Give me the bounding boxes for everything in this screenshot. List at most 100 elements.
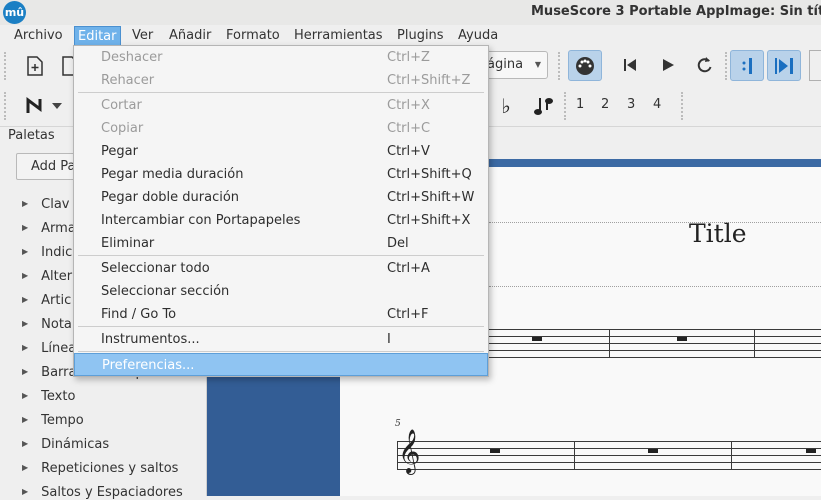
expand-arrow-icon: ▶ — [22, 367, 29, 376]
toolbar-separator — [564, 92, 568, 120]
menu-herramientas[interactable]: Herramientas — [291, 26, 386, 46]
staff-line — [397, 455, 821, 456]
menu-archivo[interactable]: Archivo — [11, 26, 66, 46]
staff-line — [397, 441, 821, 442]
menu-ver[interactable]: Ver — [129, 26, 156, 46]
staff-line — [489, 329, 821, 330]
menu-item-swap-clipboard[interactable]: Intercambiar con Portapapeles Ctrl+Shift+… — [74, 209, 488, 232]
menubar: Archivo Editar Ver Añadir Formato Herram… — [0, 25, 821, 46]
rewind-icon[interactable] — [618, 53, 642, 77]
flat-icon[interactable]: ♭ — [494, 94, 518, 118]
whole-rest[interactable] — [490, 449, 500, 453]
expand-arrow-icon: ▶ — [22, 487, 29, 496]
toolbar-separator — [681, 92, 685, 120]
palette-item[interactable]: ▶ Dinámicas — [22, 437, 109, 452]
menu-anadir[interactable]: Añadir — [166, 26, 214, 46]
treble-clef-icon[interactable]: 𝄞 — [398, 426, 420, 476]
barline — [609, 329, 610, 357]
menu-item-find-goto[interactable]: Find / Go To Ctrl+F — [74, 303, 488, 326]
chevron-down-icon: ▼ — [534, 60, 541, 69]
page-margin-guide — [489, 222, 821, 223]
menu-item-redo[interactable]: Rehacer Ctrl+Shift+Z — [74, 69, 488, 92]
menu-item-select-section[interactable]: Seleccionar sección — [74, 280, 488, 303]
palette-item[interactable]: ▶ Arma — [22, 221, 76, 236]
page-margin-guide — [489, 286, 821, 287]
expand-arrow-icon: ▶ — [22, 391, 29, 400]
menu-item-delete[interactable]: Eliminar Del — [74, 232, 488, 255]
menu-item-select-all[interactable]: Seleccionar todo Ctrl+A — [74, 257, 488, 280]
view-mode-value: ágina — [487, 57, 524, 72]
menu-item-copy[interactable]: Copiar Ctrl+C — [74, 117, 488, 140]
midi-input-icon[interactable] — [568, 50, 602, 81]
menu-separator — [78, 255, 484, 256]
palette-item[interactable]: ▶ Alter — [22, 269, 72, 284]
palette-item[interactable]: ▶ Clav — [22, 197, 70, 212]
new-score-icon[interactable] — [23, 54, 47, 78]
toolbar-grip[interactable] — [4, 52, 8, 80]
barline — [574, 441, 575, 469]
palette-item[interactable]: ▶ Línea — [22, 341, 76, 356]
toolbar-grip[interactable] — [4, 92, 8, 120]
menu-formato[interactable]: Formato — [223, 26, 283, 46]
expand-arrow-icon: ▶ — [22, 223, 29, 232]
flip-direction-icon[interactable] — [531, 94, 555, 118]
expand-arrow-icon: ▶ — [22, 199, 29, 208]
palette-item[interactable]: ▶ Saltos y Espaciadores — [22, 485, 183, 500]
menu-item-paste-double[interactable]: Pegar doble duración Ctrl+Shift+W — [74, 186, 488, 209]
voice-3-button[interactable]: 3 — [627, 97, 635, 112]
play-icon[interactable] — [656, 53, 680, 77]
menu-plugins[interactable]: Plugins — [394, 26, 447, 46]
toolbar-separator — [725, 52, 729, 80]
menu-item-undo[interactable]: Deshacer Ctrl+Z — [74, 46, 488, 69]
barline — [754, 329, 755, 357]
staff-line — [489, 350, 821, 351]
expand-arrow-icon: ▶ — [22, 319, 29, 328]
staff-line — [397, 462, 821, 463]
window-title: MuseScore 3 Portable AppImage: Sin títul… — [531, 4, 821, 19]
staff-line — [489, 343, 821, 344]
menu-separator — [78, 92, 484, 93]
voice-2-button[interactable]: 2 — [601, 97, 609, 112]
menu-item-preferences[interactable]: Preferencias... — [74, 353, 488, 376]
menu-item-paste[interactable]: Pegar Ctrl+V — [74, 140, 488, 163]
palette-item[interactable]: ▶ Tempo — [22, 413, 84, 428]
menu-ayuda[interactable]: Ayuda — [455, 26, 501, 46]
whole-rest[interactable] — [806, 449, 816, 453]
palette-title: Paletas — [8, 128, 55, 143]
loop-out-icon[interactable] — [767, 50, 801, 81]
score-title[interactable]: Title — [689, 219, 747, 248]
note-input-mode-icon[interactable] — [22, 94, 46, 118]
palette-item[interactable]: ▶ Texto — [22, 389, 75, 404]
palette-item[interactable]: ▶ Artic — [22, 293, 71, 308]
expand-arrow-icon: ▶ — [22, 463, 29, 472]
menu-separator — [78, 326, 484, 327]
voice-4-button[interactable]: 4 — [653, 97, 661, 112]
chevron-down-icon[interactable] — [50, 94, 64, 118]
toolbar-separator — [558, 52, 562, 80]
menu-item-cut[interactable]: Cortar Ctrl+X — [74, 94, 488, 117]
musescore-logo-icon: mû — [3, 1, 26, 24]
staff-line — [397, 469, 821, 470]
expand-arrow-icon: ▶ — [22, 247, 29, 256]
palette-item[interactable]: ▶ Nota — [22, 317, 72, 332]
whole-rest[interactable] — [677, 337, 687, 341]
barline — [731, 441, 732, 469]
expand-arrow-icon: ▶ — [22, 295, 29, 304]
loop-icon[interactable] — [692, 53, 716, 77]
menu-editar[interactable]: Editar — [74, 26, 121, 46]
menu-item-instruments[interactable]: Instrumentos... I — [74, 328, 488, 351]
palette-item[interactable]: ▶ Repeticiones y saltos — [22, 461, 178, 476]
expand-arrow-icon: ▶ — [22, 271, 29, 280]
expand-arrow-icon: ▶ — [22, 343, 29, 352]
metronome-button[interactable] — [809, 50, 821, 81]
expand-arrow-icon: ▶ — [22, 439, 29, 448]
loop-in-icon[interactable] — [730, 50, 764, 81]
menu-item-paste-half[interactable]: Pegar media duración Ctrl+Shift+Q — [74, 163, 488, 186]
staff-line — [489, 357, 821, 358]
expand-arrow-icon: ▶ — [22, 415, 29, 424]
whole-rest[interactable] — [532, 337, 542, 341]
whole-rest[interactable] — [648, 449, 658, 453]
staff-line — [397, 448, 821, 449]
voice-1-button[interactable]: 1 — [576, 97, 584, 112]
palette-item[interactable]: ▶ Indic — [22, 245, 72, 260]
